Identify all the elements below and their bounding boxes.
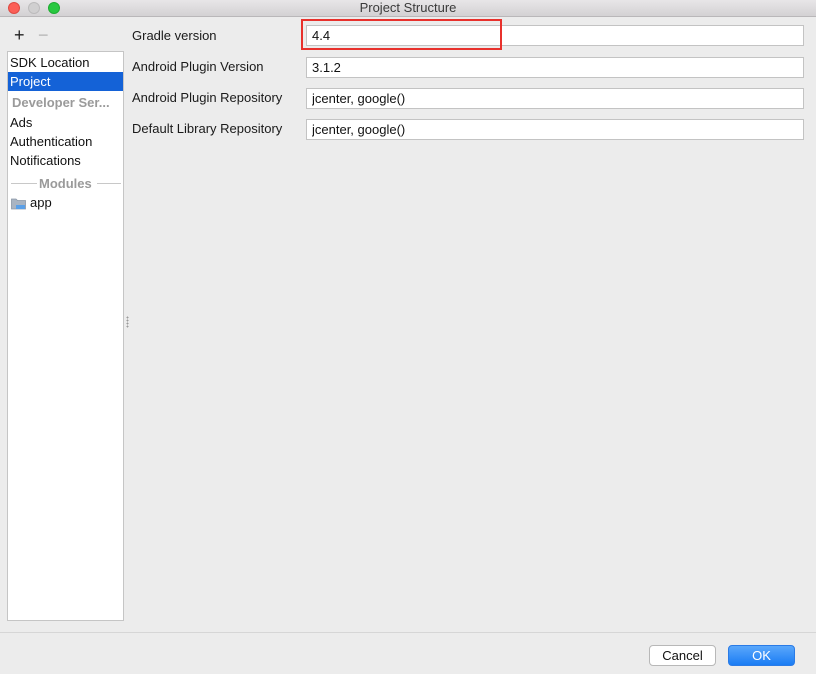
sidebar-item-authentication[interactable]: Authentication xyxy=(8,132,123,151)
window-title: Project Structure xyxy=(359,0,457,15)
sidebar: SDK Location Project Developer Ser... Ad… xyxy=(7,51,124,621)
project-structure-window: Project Structure + − SDK Location Proje… xyxy=(0,0,816,674)
android-plugin-repository-input[interactable] xyxy=(306,88,804,109)
add-icon[interactable]: + xyxy=(14,26,25,44)
remove-icon[interactable]: − xyxy=(38,26,49,44)
cancel-button[interactable]: Cancel xyxy=(649,645,716,666)
sidebar-item-app[interactable]: app xyxy=(11,193,52,212)
android-plugin-version-label: Android Plugin Version xyxy=(132,59,264,74)
footer-divider xyxy=(0,632,816,633)
sidebar-item-sdk-location[interactable]: SDK Location xyxy=(8,53,123,72)
module-folder-icon xyxy=(11,196,26,210)
android-plugin-repository-label: Android Plugin Repository xyxy=(132,90,283,105)
sidebar-item-project[interactable]: Project xyxy=(8,72,123,91)
default-library-repository-label: Default Library Repository xyxy=(132,121,283,136)
gradle-version-input[interactable] xyxy=(306,25,804,46)
modules-separator: Modules xyxy=(8,174,123,193)
title-bar: Project Structure xyxy=(0,0,816,17)
ok-button[interactable]: OK xyxy=(728,645,795,666)
splitter-handle[interactable] xyxy=(126,316,129,328)
developer-services-header: Developer Ser... xyxy=(12,95,110,110)
sidebar-item-app-label: app xyxy=(30,195,52,210)
android-plugin-version-input[interactable] xyxy=(306,57,804,78)
default-library-repository-input[interactable] xyxy=(306,119,804,140)
modules-header: Modules xyxy=(39,176,92,191)
sidebar-item-ads[interactable]: Ads xyxy=(8,113,123,132)
gradle-version-label: Gradle version xyxy=(132,28,217,43)
sidebar-item-notifications[interactable]: Notifications xyxy=(8,151,123,170)
